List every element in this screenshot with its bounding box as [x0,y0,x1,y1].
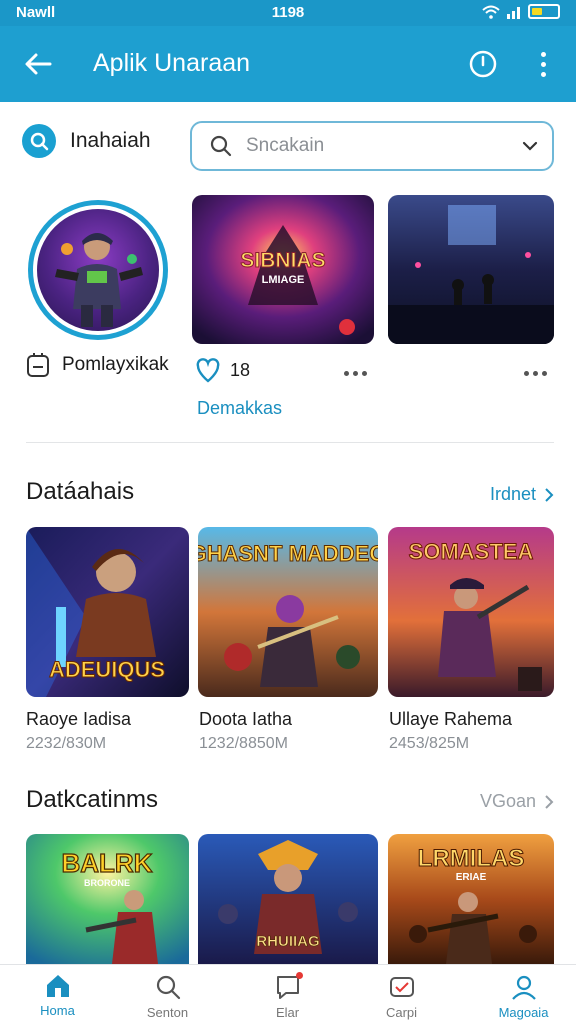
game-card-3[interactable]: SOMASTEA [388,527,554,697]
signal-icon [507,6,520,19]
heart-icon [196,358,220,383]
status-bar: Nawll 1198 [0,0,576,26]
game-card-5[interactable]: RHUIIAG [198,834,378,964]
bottom-nav: Homa Senton Elar Carpi Magoaia [0,964,576,1024]
profile-name: Pomlayxikak [62,354,169,375]
inbox-icon [389,977,414,997]
section-link-1-label: Irdnet [489,484,536,504]
nav-profile[interactable]: Magoaia [466,965,576,1024]
section-title-2: Datkcatinms [26,786,159,813]
game-card-6-art-title: LRMILAS [418,845,525,872]
divider [26,442,554,443]
likes-row[interactable]: 18 [196,357,250,383]
app-bar: Aplik Unaraan [0,26,576,102]
nav-home-label: Homa [40,1003,75,1018]
game-card-4-art-title: BALRK [62,848,153,878]
back-arrow-icon [25,53,52,75]
game-card-2-art-title: GHASNT MADDEO [198,541,378,566]
section-link-1[interactable]: Irdnet [490,484,554,505]
search-label-row[interactable]: Inahaiah [22,124,151,158]
game-card-1-title: Raoye Iadisa [26,709,132,729]
chevron-down-icon[interactable] [522,141,538,151]
page-title: Aplik Unaraan [93,49,251,77]
game-card-3-art-title: SOMASTEA [409,539,534,564]
game-card-3-meta: 2453/825M [389,735,470,752]
game-card-1-art-title: ADEUIQUS [49,657,165,682]
more-menu-button[interactable] [528,46,558,82]
search-icon [156,975,180,1000]
profile-icon [511,975,536,1000]
nav-search[interactable]: Senton [110,965,225,1024]
game-card-4[interactable]: BALRK BRORONE [26,834,189,964]
avatar-character-image [55,233,143,327]
game-card-2-title: Doota Iatha [199,709,293,729]
featured-more-button-2[interactable] [524,371,547,376]
search-label: Inahaiah [70,129,151,152]
back-button[interactable] [18,44,58,84]
nav-chat[interactable]: Elar [230,965,345,1024]
section-link-2[interactable]: VGoan [480,791,554,812]
more-icon [540,51,546,57]
nav-inbox-label: Carpi [385,1005,418,1020]
game-card-6-art-subtitle: ERIAE [456,872,487,883]
game-card-4-art-subtitle: BRORONE [84,878,130,888]
search-input[interactable]: Sncakain [190,121,554,171]
search-icon [210,135,232,157]
game-card-1[interactable]: ADEUIQUS [26,527,189,697]
history-icon [469,50,497,78]
wifi-icon [482,5,500,19]
avatar[interactable] [28,200,168,340]
nav-home[interactable]: Homa [0,965,115,1024]
history-button[interactable] [466,47,500,81]
game-card-2[interactable]: GHASNT MADDEO [198,527,378,697]
game-card-5-art-title: RHUIIAG [256,933,319,950]
battery-icon [528,4,560,19]
game-card-1-meta: 2232/830M [26,735,107,752]
featured-more-button-1[interactable] [344,371,367,376]
featured-game-tile-2[interactable] [388,195,554,344]
chevron-right-icon [545,794,554,809]
featured-tile-title: SIBNIAS [240,249,325,272]
profile-row[interactable]: Pomlayxikak [26,352,169,378]
nav-chat-label: Elar [275,1005,300,1020]
search-placeholder: Sncakain [246,135,325,156]
nav-inbox[interactable]: Carpi [344,965,459,1024]
likes-count: 18 [230,359,251,380]
game-card-3-title: Ullaye Rahema [389,709,513,729]
featured-tile-subtitle: LMIAGE [262,274,305,286]
featured-link[interactable]: Demakkas [197,398,282,419]
home-icon [46,975,69,997]
game-card-6[interactable]: LRMILAS ERIAE [388,834,554,964]
game-card-2-meta: 1232/8850M [199,735,288,752]
section-title-1: Datáahais [26,478,135,505]
notification-dot [296,972,303,979]
chevron-right-icon [545,487,554,502]
search-badge-icon [22,124,56,158]
section-link-2-label: VGoan [479,791,536,811]
badge-icon [27,353,49,377]
nav-profile-label: Magoaia [498,1005,549,1020]
nav-search-label: Senton [146,1005,189,1020]
featured-game-tile-1[interactable]: SIBNIAS LMIAGE [192,195,374,344]
